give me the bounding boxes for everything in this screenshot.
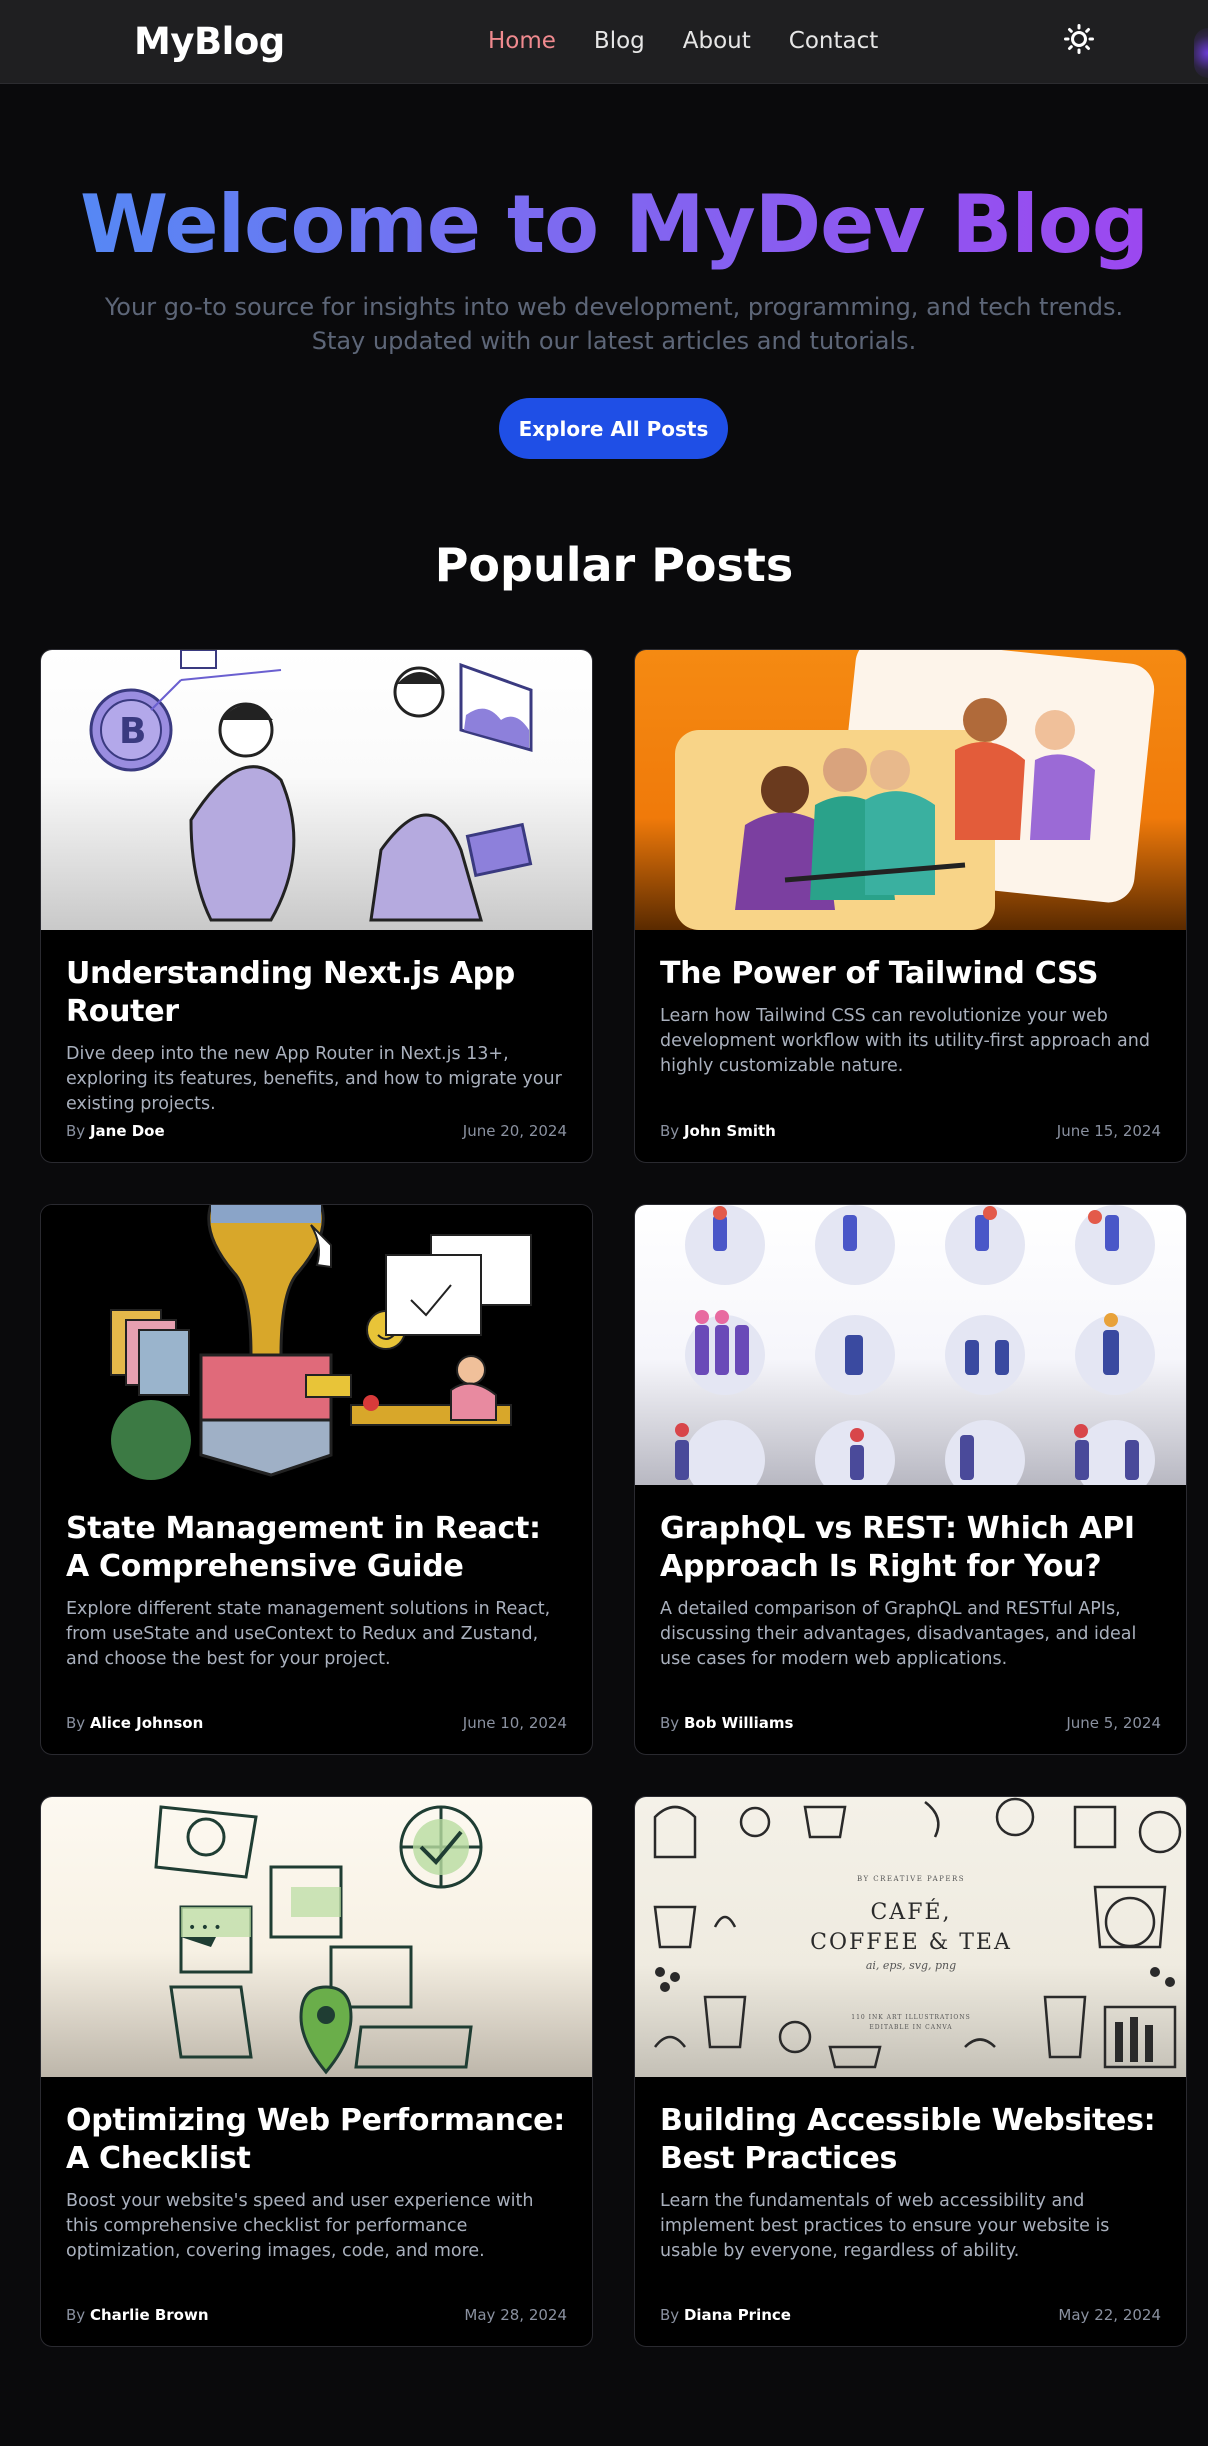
sun-icon	[1064, 24, 1094, 54]
post-card[interactable]: B Understanding Next.js App Router Dive …	[40, 649, 593, 1163]
post-thumbnail	[635, 1205, 1186, 1485]
image-footer2: EDITABLE IN CANVA	[869, 2024, 952, 2031]
nav-link-blog[interactable]: Blog	[594, 28, 645, 54]
post-date: June 10, 2024	[462, 1714, 567, 1732]
nav-links: Home Blog About Contact	[488, 28, 916, 54]
post-title[interactable]: State Management in React: A Comprehensi…	[66, 1510, 567, 1586]
post-excerpt: Dive deep into the new App Router in Nex…	[66, 1044, 562, 1114]
post-author: By Diana Prince	[660, 2306, 791, 2324]
nav-link-about[interactable]: About	[683, 28, 751, 54]
post-meta: By John Smith June 15, 2024	[660, 1122, 1161, 1140]
post-excerpt: Boost your website's speed and user expe…	[66, 2191, 534, 2261]
post-author: By Jane Doe	[66, 1122, 165, 1140]
image-kicker: BY CREATIVE PAPERS	[857, 1875, 965, 1883]
post-excerpt: A detailed comparison of GraphQL and RES…	[660, 1599, 1137, 1669]
post-title[interactable]: GraphQL vs REST: Which API Approach Is R…	[660, 1510, 1161, 1586]
post-thumbnail: BY CREATIVE PAPERS CAFÉ, COFFEE & TEA ai…	[635, 1797, 1186, 2077]
post-meta: By Charlie Brown May 28, 2024	[66, 2306, 567, 2324]
post-title[interactable]: The Power of Tailwind CSS	[660, 955, 1161, 993]
post-title[interactable]: Understanding Next.js App Router	[66, 955, 567, 1031]
post-card[interactable]: State Management in React: A Comprehensi…	[40, 1204, 593, 1755]
post-author: By Bob Williams	[660, 1714, 794, 1732]
post-card[interactable]: The Power of Tailwind CSS Learn how Tail…	[634, 649, 1187, 1163]
post-author: By Charlie Brown	[66, 2306, 209, 2324]
hero-subtitle-line1: Your go-to source for insights into web …	[104, 293, 1124, 321]
svg-text:B: B	[119, 711, 146, 752]
post-excerpt: Learn how Tailwind CSS can revolutionize…	[660, 1006, 1150, 1076]
post-title[interactable]: Building Accessible Websites: Best Pract…	[660, 2102, 1161, 2178]
hero-subtitle: Your go-to source for insights into web …	[104, 290, 1124, 358]
post-excerpt: Explore different state management solut…	[66, 1599, 551, 1669]
post-date: May 28, 2024	[464, 2306, 567, 2324]
theme-toggle-button[interactable]	[1060, 20, 1098, 58]
post-excerpt: Learn the fundamentals of web accessibil…	[660, 2191, 1110, 2261]
post-card[interactable]: GraphQL vs REST: Which API Approach Is R…	[634, 1204, 1187, 1755]
post-meta: By Jane Doe June 20, 2024	[66, 1122, 567, 1140]
post-date: June 15, 2024	[1056, 1122, 1161, 1140]
post-card[interactable]: BY CREATIVE PAPERS CAFÉ, COFFEE & TEA ai…	[634, 1796, 1187, 2347]
post-author: By John Smith	[660, 1122, 776, 1140]
post-date: May 22, 2024	[1058, 2306, 1161, 2324]
post-meta: By Diana Prince May 22, 2024	[660, 2306, 1161, 2324]
image-line2: COFFEE & TEA	[810, 1930, 1012, 1955]
post-meta: By Bob Williams June 5, 2024	[660, 1714, 1161, 1732]
post-card[interactable]: • • • Optimizing Web Performance: A Chec…	[40, 1796, 593, 2347]
brand-logo[interactable]: MyBlog	[134, 20, 285, 63]
image-footer1: 110 INK ART ILLUSTRATIONS	[851, 2014, 970, 2021]
post-thumbnail	[635, 650, 1186, 930]
post-title[interactable]: Optimizing Web Performance: A Checklist	[66, 2102, 567, 2178]
explore-all-posts-button[interactable]: Explore All Posts	[499, 398, 728, 459]
top-navbar: MyBlog Home Blog About Contact	[0, 0, 1208, 84]
nav-link-contact[interactable]: Contact	[789, 28, 878, 54]
popular-posts-heading: Popular Posts	[434, 538, 794, 592]
corner-glow	[1194, 28, 1208, 78]
hero-title: Welcome to MyDev Blog	[0, 178, 1208, 271]
post-meta: By Alice Johnson June 10, 2024	[66, 1714, 567, 1732]
post-thumbnail	[41, 1205, 592, 1485]
post-date: June 5, 2024	[1066, 1714, 1161, 1732]
image-formats: ai, eps, svg, png	[866, 1959, 956, 1972]
post-thumbnail: • • •	[41, 1797, 592, 2077]
image-line1: CAFÉ,	[870, 1898, 951, 1925]
hero-subtitle-line2: Stay updated with our latest articles an…	[311, 327, 917, 355]
nav-link-home[interactable]: Home	[488, 28, 556, 54]
post-author: By Alice Johnson	[66, 1714, 204, 1732]
post-date: June 20, 2024	[462, 1122, 567, 1140]
svg-text:• • •: • • •	[188, 1920, 222, 1936]
post-thumbnail: B	[41, 650, 592, 930]
